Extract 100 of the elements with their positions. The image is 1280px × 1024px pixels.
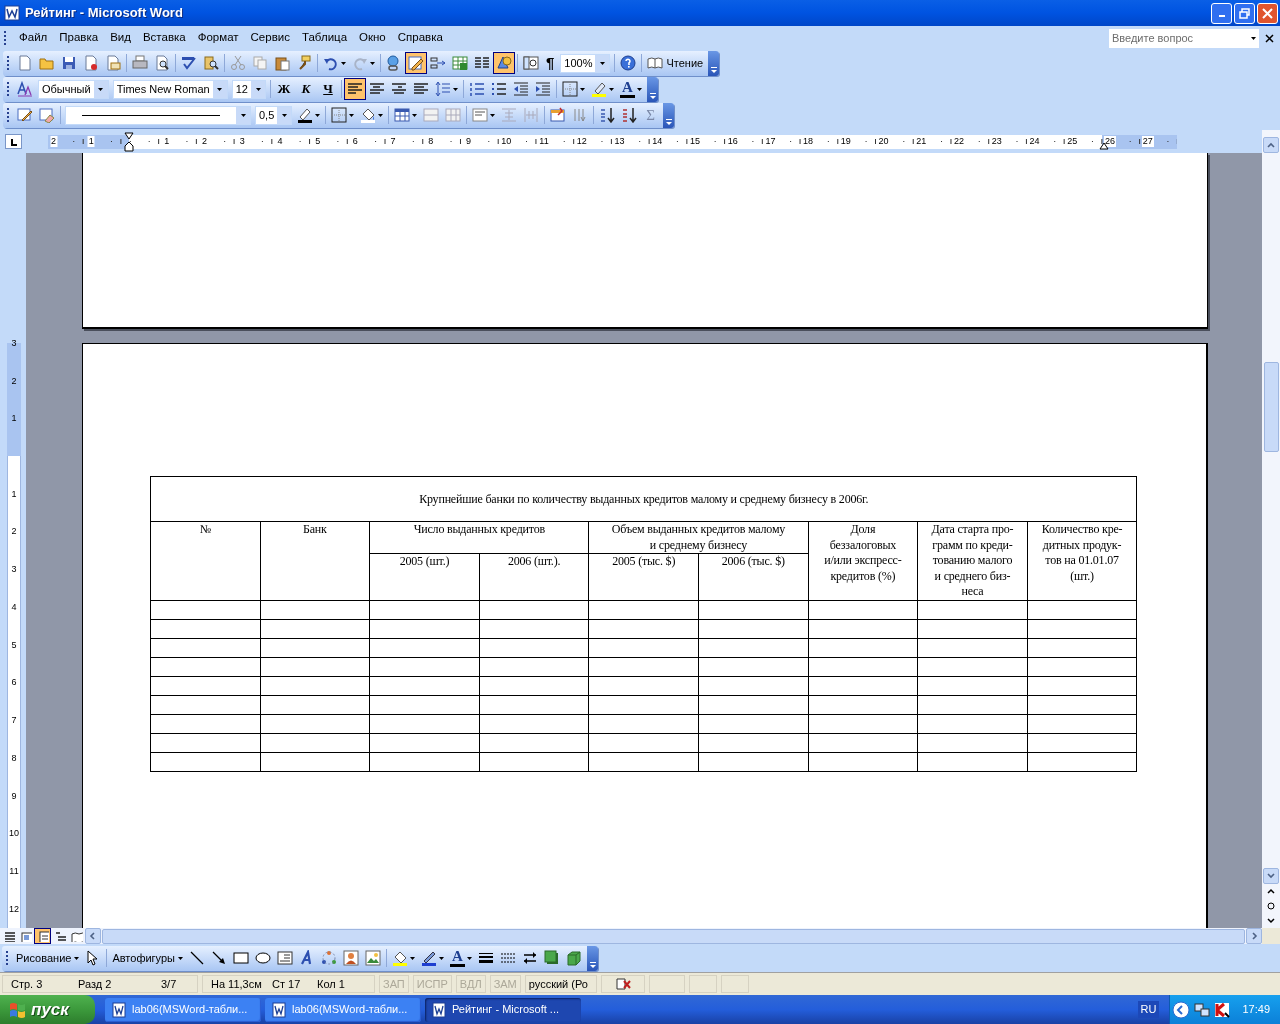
toolbar-grip[interactable] — [6, 106, 10, 124]
line-tool-icon[interactable] — [189, 950, 205, 966]
help-search-field[interactable]: Введите вопрос — [1109, 28, 1247, 48]
menu-item[interactable]: Окно — [353, 29, 392, 47]
caret-icon[interactable] — [378, 113, 384, 117]
increase-indent-icon[interactable] — [535, 81, 551, 97]
reading-button[interactable]: Чтение — [644, 54, 707, 72]
restore-button[interactable] — [1234, 2, 1255, 24]
border-color-icon[interactable] — [297, 107, 314, 123]
zoom-field[interactable]: 100% — [560, 53, 611, 73]
scroll-right-icon[interactable] — [1250, 932, 1258, 940]
start-button[interactable]: пуск — [0, 995, 95, 1024]
indent-marker-icon[interactable] — [124, 132, 134, 152]
bold-button[interactable]: Ж — [273, 79, 295, 99]
dash-style-icon[interactable] — [500, 950, 516, 966]
sort-ascending-icon[interactable] — [599, 107, 616, 123]
antivirus-icon[interactable] — [1214, 1001, 1231, 1018]
horizontal-scroll-thumb[interactable] — [102, 928, 1245, 944]
taskbar-button[interactable]: Рейтинг - Microsoft ... — [425, 997, 581, 1022]
oval-tool-icon[interactable] — [255, 950, 271, 966]
undo-icon[interactable] — [323, 55, 339, 71]
three-d-style-icon[interactable] — [566, 950, 582, 966]
caret-icon[interactable] — [74, 956, 80, 960]
menu-item[interactable]: Таблица — [295, 29, 354, 47]
scroll-up-icon[interactable] — [1267, 141, 1275, 149]
insert-table-grid-icon[interactable] — [394, 107, 411, 123]
eraser-icon[interactable] — [39, 107, 55, 123]
caret-icon[interactable] — [439, 956, 444, 960]
help-dropdown-button[interactable] — [1247, 28, 1259, 48]
diagram-icon[interactable] — [321, 950, 337, 966]
draw-table-icon[interactable] — [17, 107, 33, 123]
caret-icon[interactable] — [240, 113, 246, 117]
drawing-menu-button[interactable]: Рисование — [13, 949, 83, 967]
caret-icon[interactable] — [467, 956, 472, 960]
line-style-field[interactable] — [65, 105, 251, 125]
browse-object-icon[interactable] — [1267, 902, 1275, 910]
taskbar-button[interactable]: lab06(MSWord-табли... — [105, 997, 261, 1022]
scroll-left-icon[interactable] — [89, 932, 97, 940]
print-preview-icon[interactable] — [154, 55, 170, 71]
toolbar-options-icon[interactable] — [665, 118, 672, 125]
caret-icon[interactable] — [98, 87, 104, 91]
numbering-icon[interactable] — [469, 81, 485, 97]
permission-icon[interactable] — [83, 55, 99, 71]
caret-icon[interactable] — [410, 956, 415, 960]
open-folder-icon[interactable] — [39, 55, 55, 71]
toolbar-grip[interactable] — [6, 80, 10, 98]
menu-item[interactable]: Формат — [191, 29, 245, 47]
menu-item[interactable]: Вставка — [136, 29, 192, 47]
arrow-tool-icon[interactable] — [211, 950, 227, 966]
font-size-field[interactable]: 12 — [231, 79, 266, 99]
caret-icon[interactable] — [178, 956, 183, 960]
email-icon[interactable] — [105, 55, 121, 71]
caret-icon[interactable] — [217, 87, 223, 91]
research-icon[interactable] — [203, 55, 219, 71]
minimize-button[interactable] — [1211, 2, 1232, 24]
close-document-icon[interactable] — [1265, 33, 1274, 43]
toolbar-grip[interactable] — [6, 54, 10, 72]
toolbar-grip[interactable] — [3, 29, 7, 47]
word-document-icon[interactable] — [111, 1001, 127, 1018]
toolbar-options-button[interactable] — [587, 945, 598, 971]
spreadsheet-icon[interactable] — [452, 55, 468, 71]
toolbar-options-button[interactable] — [708, 50, 720, 76]
toolbar-options-icon[interactable] — [710, 66, 717, 73]
line-weight-field[interactable]: 0,5 — [255, 105, 293, 125]
shading-icon[interactable] — [360, 107, 377, 123]
left-tab-icon[interactable] — [9, 137, 18, 146]
windows-flag-icon[interactable] — [9, 1000, 27, 1019]
close-button[interactable] — [1257, 2, 1278, 24]
line-color-icon[interactable] — [421, 950, 437, 966]
cell-alignment-icon[interactable] — [472, 107, 489, 123]
style-field[interactable]: Обычный — [38, 79, 109, 99]
caret-icon[interactable] — [349, 113, 355, 117]
hyperlink-icon[interactable] — [386, 55, 402, 71]
taskbar-button[interactable]: lab06(MSWord-табли... — [265, 997, 421, 1022]
menu-item[interactable]: Сервис — [244, 29, 296, 47]
paste-icon[interactable] — [274, 55, 290, 71]
caret-icon[interactable] — [255, 87, 261, 91]
previous-page-icon[interactable] — [1267, 888, 1275, 896]
underline-button[interactable]: Ч — [317, 79, 339, 99]
show-marks-button[interactable]: ¶ — [542, 51, 559, 75]
spelling-status-icon[interactable] — [614, 976, 631, 992]
line-spacing-icon[interactable] — [435, 81, 451, 97]
split-cells-icon[interactable] — [445, 107, 462, 123]
caret-icon[interactable] — [1250, 36, 1256, 40]
scroll-left-button[interactable] — [85, 928, 101, 944]
sort-descending-icon[interactable] — [621, 107, 638, 123]
caret-icon[interactable] — [637, 87, 642, 91]
scroll-down-button[interactable] — [1263, 868, 1279, 884]
scroll-down-icon[interactable] — [1267, 872, 1275, 880]
highlight-icon[interactable] — [591, 81, 607, 97]
caret-icon[interactable] — [453, 87, 458, 91]
arrow-style-icon[interactable] — [522, 950, 538, 966]
caret-icon[interactable] — [315, 113, 321, 117]
restore-icon[interactable] — [1239, 7, 1250, 19]
caret-icon[interactable] — [370, 61, 375, 65]
decrease-indent-icon[interactable] — [513, 81, 529, 97]
caret-icon[interactable] — [412, 113, 418, 117]
scroll-right-button[interactable] — [1246, 928, 1262, 944]
tab-selector-button[interactable] — [5, 134, 22, 149]
document-map-icon[interactable] — [523, 55, 539, 71]
